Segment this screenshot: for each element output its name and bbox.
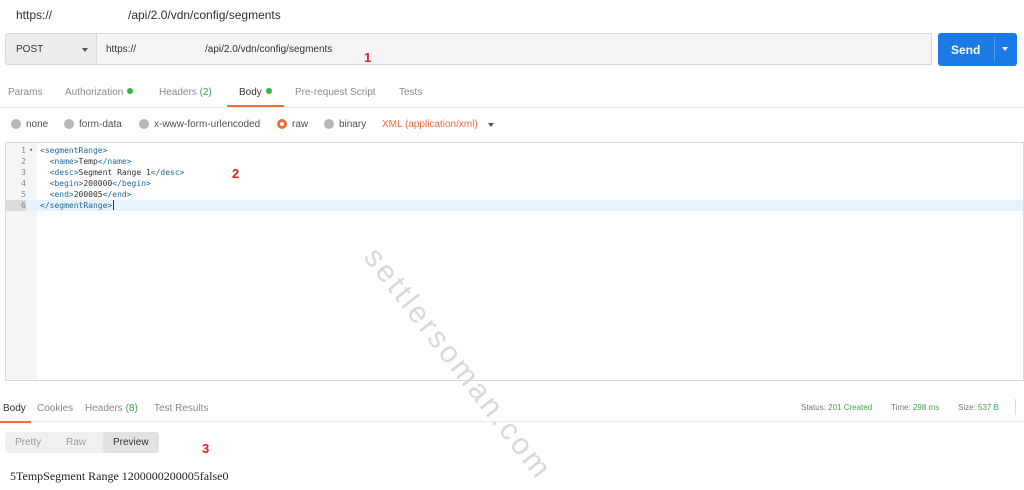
request-bar: POST https:// /api/2.0/vdn/config/segmen…: [0, 33, 1024, 69]
tab-authorization-label: Authorization: [65, 87, 124, 98]
radio-urlencoded[interactable]: [139, 119, 149, 129]
active-tab-indicator: [227, 105, 284, 107]
code-tag: </segmentRange>: [40, 201, 113, 210]
radio-binary[interactable]: [324, 119, 334, 129]
send-options-chevron-icon[interactable]: [1002, 47, 1008, 51]
time-label: Time:: [891, 403, 911, 412]
pretty-button[interactable]: Pretty: [15, 432, 41, 453]
code-line: 3 <desc>Segment Range 1</desc>: [6, 167, 1023, 178]
send-button[interactable]: Send: [938, 33, 1017, 66]
option-binary-label[interactable]: binary: [339, 119, 366, 130]
response-tab-headers-label: Headers: [85, 403, 123, 414]
browser-title-bar: https:// /api/2.0/vdn/config/segments: [0, 0, 1024, 28]
url-scheme: https://: [106, 44, 137, 55]
size-label: Size:: [958, 403, 976, 412]
response-tab-test-results[interactable]: Test Results: [154, 403, 208, 414]
url-path: /api/2.0/vdn/config/segments: [205, 44, 333, 55]
title-url-path: /api/2.0/vdn/config/segments: [128, 8, 281, 22]
tab-tests[interactable]: Tests: [399, 87, 422, 98]
line-number: 5: [21, 190, 26, 199]
annotation-1: 1: [364, 50, 372, 65]
preview-button[interactable]: Preview: [103, 432, 159, 453]
method-label: POST: [16, 44, 44, 55]
url-input[interactable]: https:// /api/2.0/vdn/config/segments: [96, 33, 932, 65]
annotation-3: 3: [202, 441, 210, 456]
line-number: 4: [21, 179, 26, 188]
code-tag: </desc>: [150, 168, 185, 177]
tab-params[interactable]: Params: [8, 87, 42, 98]
text-cursor: [113, 200, 115, 210]
content-type-select[interactable]: XML (application/xml): [382, 119, 478, 130]
send-divider: [994, 37, 995, 62]
chevron-down-icon[interactable]: [488, 123, 494, 127]
response-tab-body[interactable]: Body: [3, 403, 26, 414]
time-readout: Time: 298 ms: [891, 403, 939, 412]
code-line: 5 <end>200005</end>: [6, 189, 1023, 200]
tab-headers[interactable]: Headers (2): [159, 87, 212, 98]
active-response-tab-indicator: [0, 421, 31, 423]
code-text: Segment Range 1: [78, 168, 151, 177]
chevron-down-icon: [82, 48, 88, 52]
line-number: 3: [21, 168, 26, 177]
code-tag: <name>: [40, 157, 79, 166]
tab-headers-label: Headers: [159, 87, 197, 98]
code-text: 200005: [73, 190, 103, 199]
code-tag: <segmentRange>: [40, 146, 108, 155]
tab-pre-request-script[interactable]: Pre-request Script: [295, 87, 376, 98]
response-preview-text: 5TempSegment Range 1200000200005false0: [10, 469, 229, 483]
code-tag: <desc>: [40, 168, 79, 177]
code-tag: </end>: [102, 190, 132, 199]
time-value: 298 ms: [912, 403, 940, 412]
title-url-scheme: https://: [16, 8, 53, 22]
tab-body-label: Body: [239, 87, 262, 98]
line-number: 1: [21, 146, 26, 155]
method-select[interactable]: POST: [5, 33, 97, 65]
response-format-toggle: Pretty Raw Preview: [5, 432, 159, 453]
body-editor[interactable]: 1 ▾ <segmentRange> 2 <name>Temp</name> 3…: [5, 142, 1024, 381]
radio-form-data[interactable]: [64, 119, 74, 129]
line-number: 2: [21, 157, 26, 166]
code-text: Temp: [78, 157, 98, 166]
code-line: 4 <begin>200000</begin>: [6, 178, 1023, 189]
tab-body[interactable]: Body: [239, 87, 272, 98]
code-tag: </begin>: [112, 179, 151, 188]
raw-button[interactable]: Raw: [66, 432, 86, 453]
radio-none[interactable]: [11, 119, 21, 129]
radio-raw[interactable]: [277, 119, 287, 129]
status-readout: Status: 201 Created: [801, 403, 872, 412]
status-dot-icon: [265, 88, 272, 94]
size-readout: Size: 537 B: [958, 403, 999, 412]
tab-headers-count: (2): [199, 87, 212, 98]
send-label: Send: [951, 43, 981, 57]
divider: [1015, 399, 1016, 415]
code-text: 200000: [83, 179, 113, 188]
code-tag: </name>: [97, 157, 132, 166]
tab-authorization[interactable]: Authorization: [65, 87, 134, 98]
option-raw-label[interactable]: raw: [292, 119, 308, 130]
code-line: 1 ▾ <segmentRange>: [6, 145, 1023, 156]
option-urlencoded-label[interactable]: x-www-form-urlencoded: [154, 119, 260, 130]
status-value: 201 Created: [828, 403, 873, 412]
option-none-label[interactable]: none: [26, 119, 48, 130]
response-tab-headers-count: (8): [125, 403, 138, 414]
annotation-2: 2: [232, 166, 240, 181]
option-form-data-label[interactable]: form-data: [79, 119, 122, 130]
request-tabs: Params Authorization Headers (2) Body Pr…: [0, 76, 1024, 108]
line-number: 6: [6, 200, 26, 211]
response-tab-cookies[interactable]: Cookies: [37, 403, 73, 414]
size-value: 537 B: [978, 403, 999, 412]
body-type-options: none form-data x-www-form-urlencoded raw…: [0, 112, 1024, 136]
response-tabs: Body Cookies Headers (8) Test Results St…: [0, 396, 1024, 422]
code-tag: <end>: [40, 190, 74, 199]
status-label: Status:: [801, 403, 826, 412]
code-tag: <begin>: [40, 179, 84, 188]
fold-arrow-icon[interactable]: ▾: [29, 145, 33, 156]
code-line-active: 6 </segmentRange>: [6, 200, 1023, 211]
status-dot-icon: [127, 88, 134, 94]
code-line: 2 <name>Temp</name>: [6, 156, 1023, 167]
response-tab-headers[interactable]: Headers (8): [85, 403, 138, 414]
